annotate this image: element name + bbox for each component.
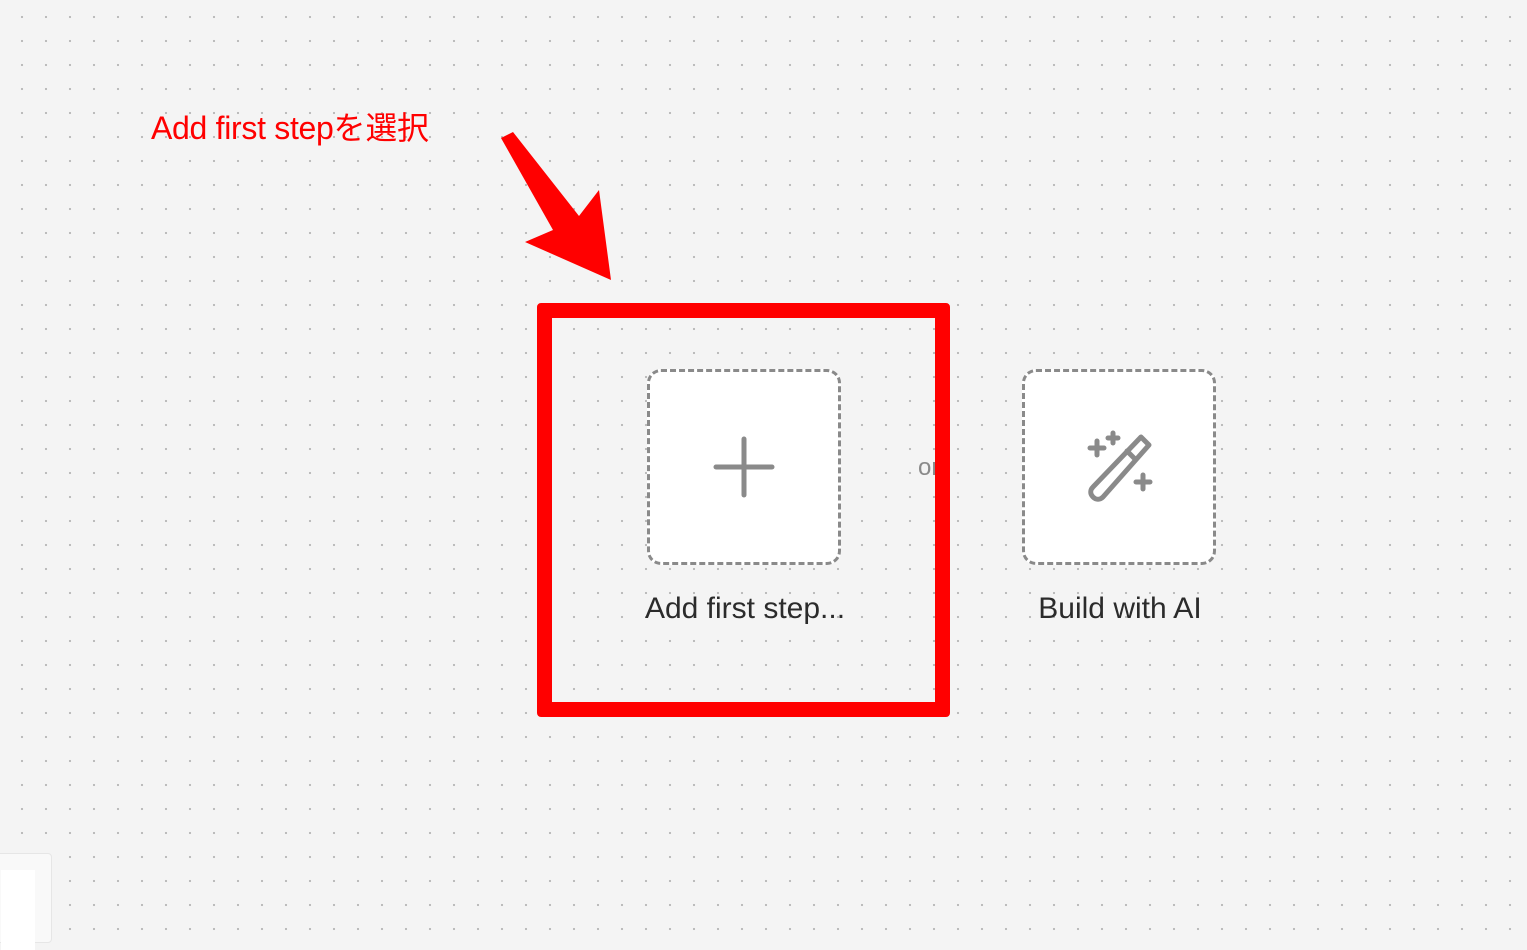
annotation-arrow-icon [501,132,611,280]
or-separator: or [918,454,940,481]
add-first-step-label[interactable]: Add first step... [595,590,895,628]
side-panel-content [1,870,35,950]
annotation-label: Add first stepを選択 [151,110,429,146]
add-first-step-button[interactable] [647,369,841,565]
plus-icon [713,436,775,498]
build-with-ai-label[interactable]: Build with AI [970,590,1270,628]
magic-wand-icon [1087,430,1153,502]
build-with-ai-button[interactable] [1022,369,1216,565]
side-panel-edge [0,853,52,950]
